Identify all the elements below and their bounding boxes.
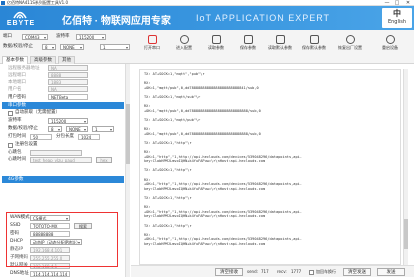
banner: EBYTE 亿佰特 · 物联网应用专家 IoT APPLICATION EXPE…: [0, 6, 414, 30]
field-label: 用户密码: [8, 95, 26, 100]
lang-en: English: [387, 19, 407, 25]
tab-advanced[interactable]: 高级参数: [30, 56, 56, 64]
tab-other[interactable]: 其他: [58, 56, 75, 64]
register-checkbox[interactable]: [8, 143, 13, 148]
pack-len-field[interactable]: 1024: [78, 134, 100, 140]
heartbeat-data-field[interactable]: test_heap_ylzu_paud: [30, 157, 92, 163]
recv-count-label: recv:: [277, 269, 287, 274]
enter-config-button[interactable]: 进入配置: [166, 32, 202, 56]
register-label: 注册包设置: [15, 142, 38, 147]
auto-get-checkbox[interactable]: [8, 111, 13, 116]
read-params-button[interactable]: 读取参数: [198, 32, 234, 56]
tab-bar: 基本参数 高级参数 其他: [0, 56, 130, 64]
add-crlf-label: 加回车换行: [316, 269, 336, 274]
bottom-bar: 清空接收 send: 717 recv: 1777 加回车换行 清空发送 发送: [131, 265, 414, 277]
password-field[interactable]: NETBeta: [48, 94, 88, 100]
read-default-button[interactable]: 读取默认参数: [262, 32, 298, 56]
download-icon: [275, 35, 285, 44]
log-output[interactable]: TX: AT+SOCK=1,"mqtt","pub"\r RX: +OK=1,"m…: [139, 69, 401, 265]
toolbar: 端口 COM43 波特率 115200 数据/校验/停止 8 NONE 1 打开…: [0, 30, 414, 64]
send-count-label: send:: [247, 269, 258, 274]
highlight-box: [6, 212, 118, 267]
open-port-button[interactable]: 打开串口: [134, 32, 170, 56]
stop-bits-select[interactable]: 1: [100, 44, 130, 50]
field-label: 远程服务器地址: [8, 66, 40, 71]
power-icon: [385, 35, 395, 44]
settings-scrollbar[interactable]: [125, 64, 130, 277]
data-format-label: 数据/校验/停止: [8, 126, 39, 131]
serial-data-bits-select[interactable]: 8: [48, 126, 62, 132]
port-label: 端口: [3, 34, 12, 39]
tab-basic[interactable]: 基本参数: [2, 56, 28, 64]
restart-button[interactable]: 重启设备: [372, 32, 408, 56]
send-button[interactable]: 发送: [377, 268, 405, 276]
plug-icon: [147, 35, 157, 44]
auto-get-label: 自动获取（无需配置）: [15, 110, 60, 115]
language-switch[interactable]: 中 English: [382, 8, 412, 28]
lang-cn: 中: [393, 9, 401, 18]
dns-label: DNS地址: [10, 271, 29, 276]
send-count-value: 717: [261, 269, 269, 274]
data-bits-select[interactable]: 8: [42, 44, 56, 50]
baud-label: 波特率: [56, 34, 70, 39]
save-params-button[interactable]: 保存参数: [230, 32, 266, 56]
clear-send-button[interactable]: 清空发送: [343, 268, 371, 276]
field-label: 用户名: [8, 87, 22, 92]
log-scrollbar-thumb[interactable]: [404, 219, 408, 249]
pack-time-field[interactable]: 50: [30, 134, 52, 140]
recv-count-value: 1777: [291, 269, 302, 274]
field-label: 远程端口: [8, 73, 26, 78]
factory-reset-button[interactable]: 恢复出厂设置: [332, 32, 368, 56]
log-scrollbar[interactable]: [403, 69, 408, 265]
brand-name: EBYTE: [6, 20, 36, 27]
local-port-field[interactable]: 1883: [48, 79, 88, 85]
port-select[interactable]: COM43: [22, 34, 48, 40]
read-icon: [211, 35, 221, 44]
pack-time-label: 打包时间: [8, 134, 26, 139]
username-field[interactable]: NA: [48, 86, 88, 92]
baud-select[interactable]: 115200: [76, 34, 106, 40]
save-icon: [243, 35, 253, 44]
heartbeat-field[interactable]: [30, 150, 82, 156]
dns-field[interactable]: 114.114.114.114: [30, 271, 70, 277]
slogan-cn: 亿佰特 · 物联网应用专家: [62, 16, 171, 27]
baud-label: 波特率: [8, 118, 22, 123]
remote-server-field[interactable]: NA: [48, 65, 88, 71]
save-default-button[interactable]: 保存默认参数: [296, 32, 332, 56]
pack-len-label: 分包长度: [56, 134, 74, 139]
parity-select[interactable]: NONE: [60, 44, 84, 50]
format-label: 数据/校验/停止: [3, 44, 34, 49]
logo-mark-icon: [13, 11, 27, 19]
log-line: key:ClobHPMJLmvoIQHN+k4fuFAPuw=\r\nHost:…: [144, 241, 266, 246]
gear-icon: [179, 35, 189, 44]
upload-icon: [309, 35, 319, 44]
app-icon: [1, 1, 5, 5]
clear-recv-button[interactable]: 清空接收: [215, 268, 243, 276]
heartbeat-label: 心跳包: [8, 150, 22, 155]
serial-baud-select[interactable]: 115200: [48, 118, 88, 124]
serial-params-section[interactable]: 串口参数: [2, 102, 124, 109]
heartbeat-time-label: 心跳时间: [8, 157, 26, 162]
slogan-en: IoT APPLICATION EXPERT: [196, 13, 331, 23]
hex-toggle[interactable]: hex: [96, 157, 112, 163]
serial-stop-bits-select[interactable]: 1: [92, 126, 114, 132]
add-crlf-checkbox[interactable]: [309, 270, 314, 275]
log-panel: TX: AT+SOCK=1,"mqtt","pub"\r RX: +OK=1,"m…: [131, 64, 414, 277]
remote-port-field[interactable]: 8888: [48, 72, 88, 78]
field-label: 本地端口: [8, 80, 26, 85]
4g-params-section[interactable]: 4G参数: [2, 176, 124, 183]
ebyte-logo: EBYTE: [3, 9, 39, 28]
serial-parity-select[interactable]: NONE: [66, 126, 88, 132]
reset-icon: [345, 35, 355, 44]
scrollbar-thumb[interactable]: [126, 104, 130, 164]
